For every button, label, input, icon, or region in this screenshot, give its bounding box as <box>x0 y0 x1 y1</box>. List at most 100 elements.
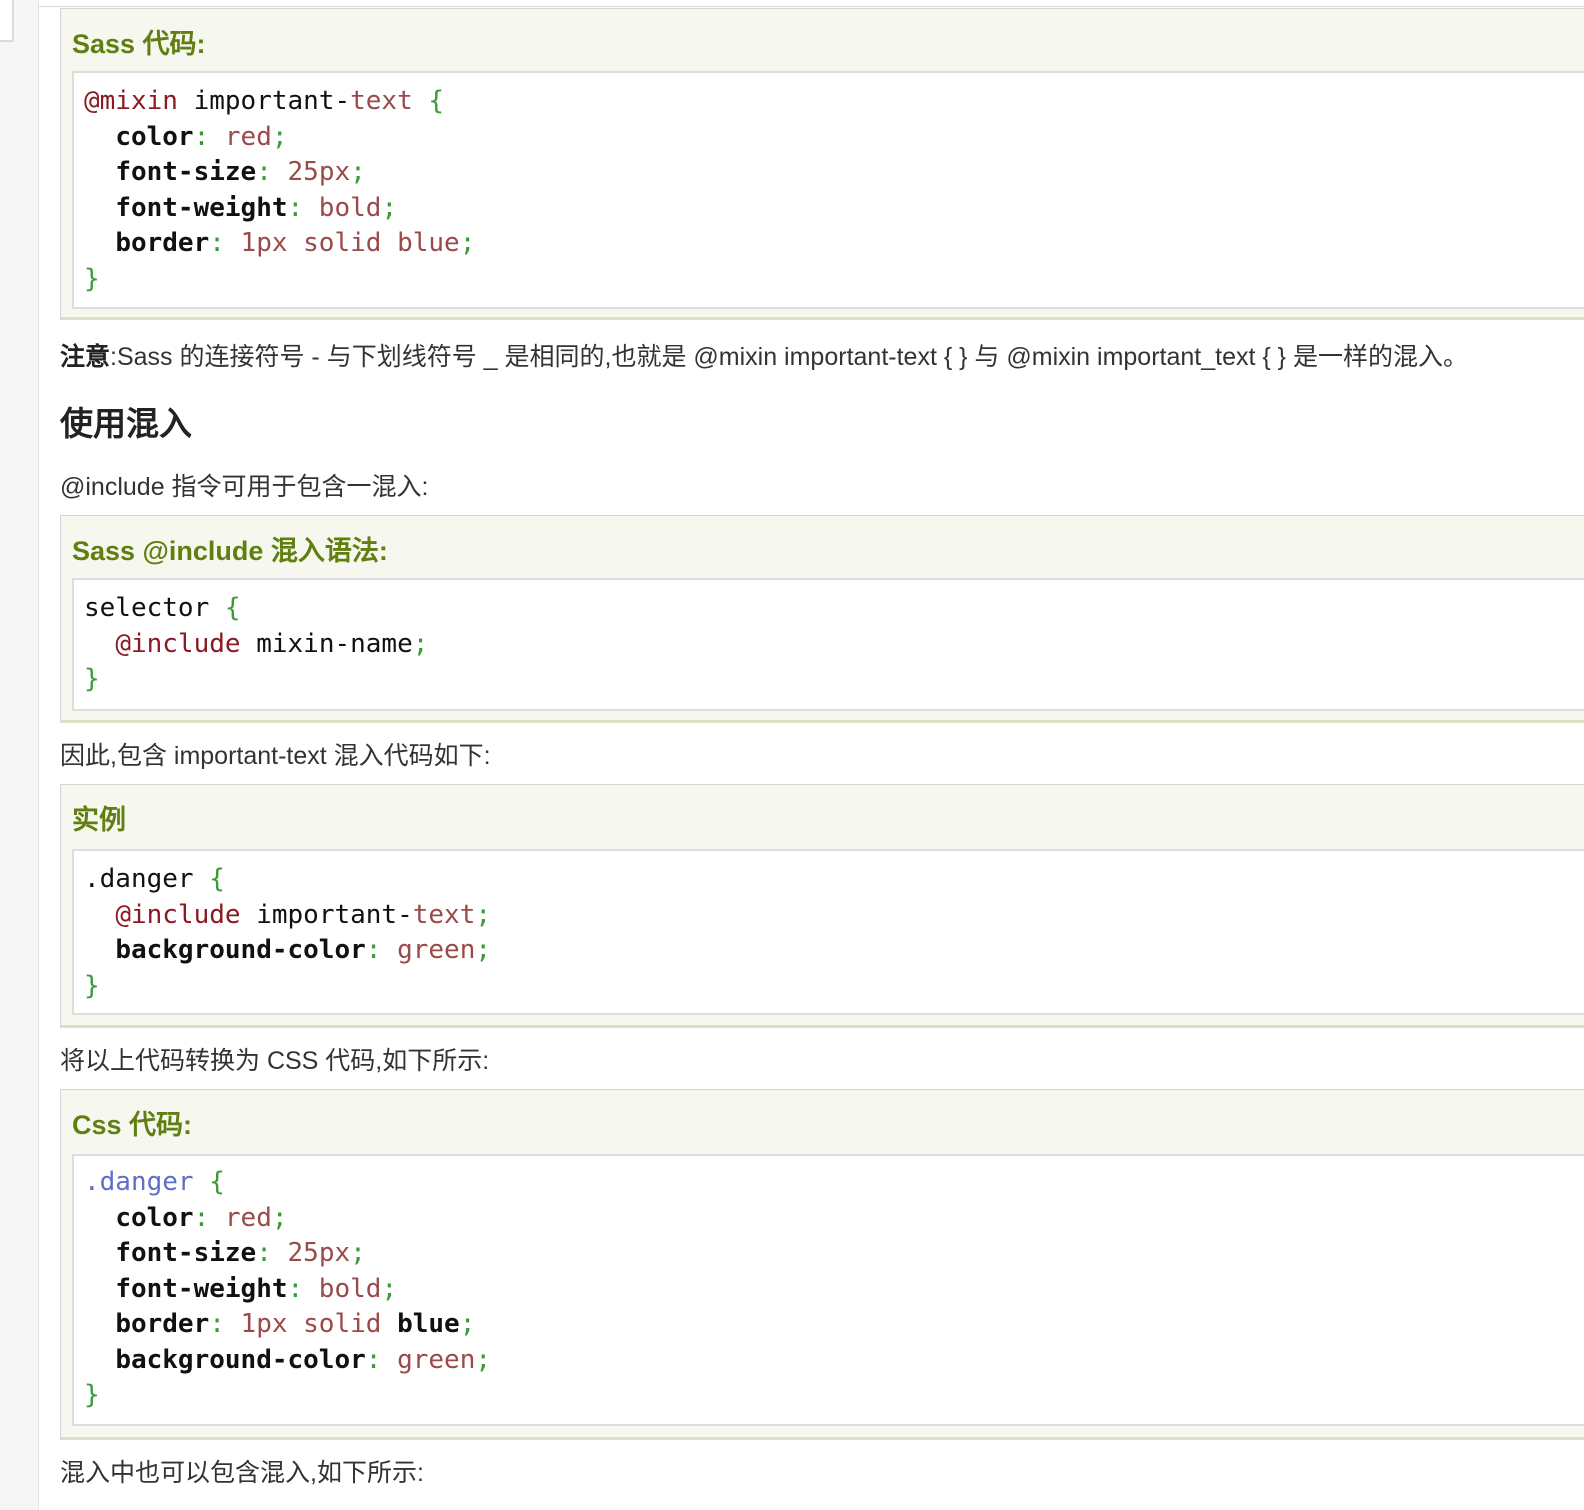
code-text: .danger { color: red; font-size: 25px; f… <box>84 1156 1584 1414</box>
example-css-code: Css 代码: .danger { color: red; font-size:… <box>60 1089 1584 1440</box>
code-token: border <box>115 228 210 258</box>
code-token: font-size <box>115 157 257 187</box>
note-label: 注意 <box>60 343 111 371</box>
code-token: 25px <box>271 1238 351 1268</box>
example-title: 实例 <box>72 805 126 835</box>
code-token: ; <box>350 157 366 187</box>
code-token: green <box>381 935 476 965</box>
code-token: color <box>115 1202 194 1233</box>
code-token: ; <box>475 935 491 965</box>
code-token: : <box>365 1344 382 1375</box>
code-token: { <box>209 864 225 894</box>
code-token: : <box>193 121 210 152</box>
code-token: ; <box>475 899 492 930</box>
code-block[interactable]: .danger { @include important-text; backg… <box>72 849 1584 1015</box>
code-token: { <box>428 86 445 116</box>
code-token: @include <box>115 899 241 930</box>
code-token: 1px solid <box>224 1309 398 1339</box>
code-token: } <box>84 1380 100 1410</box>
example-title: Sass @include 混入语法: <box>72 536 388 566</box>
example-title: Css 代码: <box>72 1110 193 1140</box>
code-token: ; <box>381 1273 398 1304</box>
code-token: } <box>84 263 100 294</box>
code-token: } <box>84 664 100 694</box>
code-block[interactable]: @mixin important-text { color: red; font… <box>72 71 1584 309</box>
gutter-notch <box>0 0 14 42</box>
code-token: ; <box>412 628 429 659</box>
code-token: font-size <box>115 1238 257 1268</box>
code-token: ; <box>271 1202 288 1233</box>
code-token: color <box>115 121 194 152</box>
example-sass-code: Sass 代码: @mixin important-text { color: … <box>60 8 1584 320</box>
code-block[interactable]: selector { @include mixin-name; } <box>72 578 1584 711</box>
code-token: background-color <box>115 935 366 965</box>
example-title: Sass 代码: <box>72 29 206 59</box>
code-token: { <box>209 1167 225 1197</box>
example-instance: 实例 .danger { @include important-text; ba… <box>60 784 1584 1028</box>
code-token: : <box>193 1202 210 1233</box>
code-token: } <box>84 970 100 1001</box>
code-token: .danger <box>84 864 210 894</box>
code-token: : <box>209 1309 225 1339</box>
code-token: @mixin <box>84 86 178 116</box>
code-token: background-color <box>115 1344 366 1375</box>
note-paragraph: 注意:Sass 的连接符号 - 与下划线符号 _ 是相同的,也就是 @mixin… <box>60 342 1468 372</box>
code-token: border <box>115 1309 210 1339</box>
code-token: : <box>256 1238 272 1268</box>
code-token: : <box>209 228 225 258</box>
code-token: { <box>224 593 241 623</box>
code-token: @include <box>115 628 241 659</box>
code-token: green <box>381 1344 476 1375</box>
code-token: red <box>209 1202 272 1233</box>
convert-paragraph: 将以上代码转换为 CSS 代码,如下所示: <box>60 1047 490 1075</box>
note-text: :Sass 的连接符号 - 与下划线符号 _ 是相同的,也就是 @mixin i… <box>110 343 1468 371</box>
code-token: ; <box>475 1344 491 1375</box>
top-divider <box>38 6 1584 7</box>
code-token: bold <box>303 192 382 223</box>
section-heading-use-mixin: 使用混入 <box>60 405 192 442</box>
code-text: selector { @include mixin-name; } <box>84 580 1584 698</box>
example-include-syntax: Sass @include 混入语法: selector { @include … <box>60 515 1584 723</box>
code-token: font-weight <box>115 1273 288 1304</box>
therefore-paragraph: 因此,包含 important-text 混入代码如下: <box>60 742 491 770</box>
left-gutter <box>0 0 39 1510</box>
code-token: important- <box>240 899 413 930</box>
code-token: 1px solid blue <box>224 228 460 258</box>
code-token: : <box>365 935 382 965</box>
code-block[interactable]: .danger { color: red; font-size: 25px; f… <box>72 1154 1584 1426</box>
code-text: .danger { @include important-text; backg… <box>84 851 1584 1004</box>
code-token: : <box>256 157 272 187</box>
code-token: 25px <box>271 157 351 187</box>
code-token: .danger <box>84 1167 194 1197</box>
nested-mixin-paragraph: 混入中也可以包含混入,如下所示: <box>60 1459 424 1487</box>
code-token: ; <box>459 228 476 258</box>
code-token: text <box>412 899 476 930</box>
code-token: : <box>287 1273 304 1304</box>
code-token: red <box>209 121 272 152</box>
code-token: : <box>287 192 304 223</box>
code-text: @mixin important-text { color: red; font… <box>84 73 1584 297</box>
code-token: blue <box>397 1309 460 1339</box>
code-token: ; <box>350 1238 366 1268</box>
code-token: text <box>350 86 413 116</box>
include-intro-paragraph: @include 指令可用于包含一混入: <box>60 473 429 501</box>
code-token: mixin-name <box>240 628 413 659</box>
code-token: important- <box>177 86 351 116</box>
code-token: font-weight <box>115 192 288 223</box>
code-token: bold <box>303 1273 382 1304</box>
code-token: ; <box>459 1309 476 1339</box>
